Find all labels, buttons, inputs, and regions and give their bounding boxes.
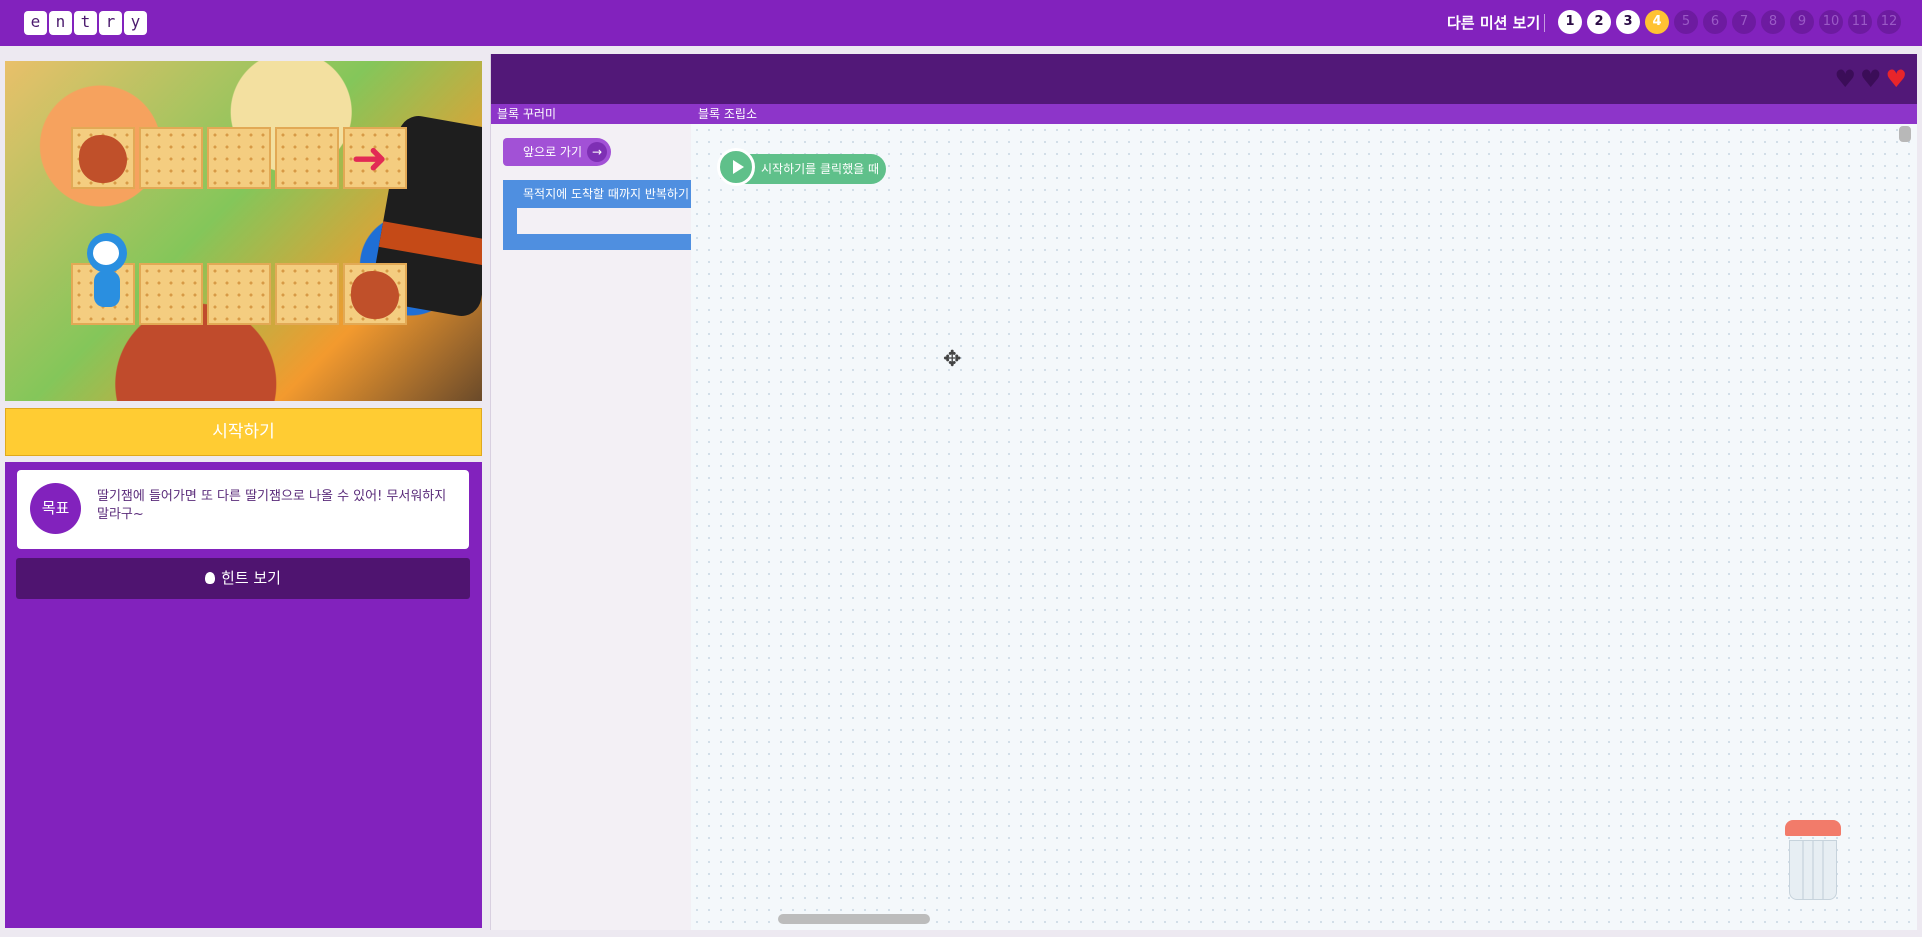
goal-badge: 목표 <box>30 483 81 534</box>
lightbulb-icon <box>205 572 216 584</box>
entry-logo[interactable]: e n t r y <box>24 11 147 35</box>
logo-letter: r <box>99 11 122 35</box>
jam-portal-icon <box>79 135 127 183</box>
block-workspace: ♥ ♥ ♥ 블록 꾸러미 블록 조립소 앞으로 가기 → 목적지에 도착할 때까… <box>490 54 1917 930</box>
stage-button-3[interactable]: 3 <box>1616 10 1640 34</box>
heart-empty-icon: ♥ <box>1834 65 1856 93</box>
horizontal-scrollbar[interactable] <box>778 914 930 924</box>
goal-tile: ➜ <box>343 127 407 189</box>
game-stage: ➜ <box>5 61 482 401</box>
lives-indicator: ♥ ♥ ♥ <box>1834 65 1907 93</box>
path-tile <box>139 263 203 325</box>
left-panel: ➜ 시작하기 목표 딸기잼에 들어가면 또 다른 딸기잼으로 나올 수 있어! … <box>5 61 482 928</box>
palette-title: 블록 꾸러미 <box>497 107 557 121</box>
other-missions-link[interactable]: 다른 미션 보기 <box>1447 12 1540 33</box>
start-block-label: 시작하기를 클릭했을 때 <box>761 162 880 176</box>
path-tile <box>207 263 271 325</box>
heart-full-icon: ♥ <box>1885 65 1907 93</box>
stage-button-1[interactable]: 1 <box>1558 10 1582 34</box>
goal-text: 딸기잼에 들어가면 또 다른 딸기잼으로 나올 수 있어! 무서워하지 말라구~ <box>97 489 447 522</box>
stage-button-11[interactable]: 11 <box>1848 10 1872 34</box>
repeat-block-arm <box>503 208 517 234</box>
stage-button-6[interactable]: 6 <box>1703 10 1727 34</box>
path-tile <box>207 127 271 189</box>
workspace-header: ♥ ♥ ♥ <box>491 54 1917 104</box>
logo-letter: y <box>124 11 147 35</box>
move-cursor-icon: ✥ <box>943 347 962 372</box>
path-tile <box>139 127 203 189</box>
stage-button-9[interactable]: 9 <box>1790 10 1814 34</box>
move-forward-label: 앞으로 가기 <box>523 145 583 159</box>
goal-panel: 목표 딸기잼에 들어가면 또 다른 딸기잼으로 나올 수 있어! 무서워하지 말… <box>5 462 482 928</box>
hint-button[interactable]: 힌트 보기 <box>16 558 470 599</box>
stage-button-10[interactable]: 10 <box>1819 10 1843 34</box>
repeat-until-block[interactable]: 목적지에 도착할 때까지 반복하기 <box>503 180 691 250</box>
logo-letter: t <box>74 11 97 35</box>
start-button[interactable]: 시작하기 <box>5 408 482 456</box>
arrow-right-icon: → <box>587 142 607 162</box>
character-face <box>93 241 119 265</box>
play-icon <box>717 148 755 186</box>
path-tile <box>275 263 339 325</box>
stage-button-4[interactable]: 4 <box>1645 10 1669 34</box>
entry-bot-character <box>85 233 129 317</box>
repeat-block-foot <box>503 234 691 250</box>
hat-band <box>378 221 482 266</box>
stage-list: 1 2 3 4 5 6 7 8 9 10 11 12 <box>1558 10 1901 34</box>
repeat-until-label: 목적지에 도착할 때까지 반복하기 <box>503 180 691 208</box>
stage-button-12[interactable]: 12 <box>1877 10 1901 34</box>
block-palette: 앞으로 가기 → 목적지에 도착할 때까지 반복하기 <box>491 124 691 930</box>
move-forward-block[interactable]: 앞으로 가기 → <box>503 138 611 166</box>
trash-body <box>1789 840 1837 900</box>
divider <box>1544 14 1545 32</box>
heart-empty-icon: ♥ <box>1859 65 1882 93</box>
top-bar: e n t r y 다른 미션 보기 1 2 3 4 5 6 7 8 9 10 … <box>0 0 1922 46</box>
jam-portal-icon <box>351 271 399 319</box>
goal-card: 목표 딸기잼에 들어가면 또 다른 딸기잼으로 나올 수 있어! 무서워하지 말… <box>17 470 469 549</box>
logo-letter: e <box>24 11 47 35</box>
logo-letter: n <box>49 11 72 35</box>
path-tile <box>343 263 407 325</box>
character-body <box>94 271 120 307</box>
trash-lid <box>1785 820 1841 836</box>
path-tile <box>71 127 135 189</box>
block-assembly-canvas[interactable]: 시작하기를 클릭했을 때 ✥ <box>691 124 1917 930</box>
stage-button-8[interactable]: 8 <box>1761 10 1785 34</box>
stage-button-7[interactable]: 7 <box>1732 10 1756 34</box>
goal-arrow-icon: ➜ <box>351 133 388 184</box>
vertical-scrollbar[interactable] <box>1899 126 1911 142</box>
assembly-title: 블록 조립소 <box>698 107 758 121</box>
path-tile <box>275 127 339 189</box>
hint-button-label: 힌트 보기 <box>221 569 281 587</box>
stage-button-2[interactable]: 2 <box>1587 10 1611 34</box>
stage-button-5[interactable]: 5 <box>1674 10 1698 34</box>
trash-can-icon[interactable] <box>1783 820 1843 902</box>
workspace-labels: 블록 꾸러미 블록 조립소 <box>491 104 1917 124</box>
when-start-clicked-block[interactable]: 시작하기를 클릭했을 때 <box>717 148 886 186</box>
